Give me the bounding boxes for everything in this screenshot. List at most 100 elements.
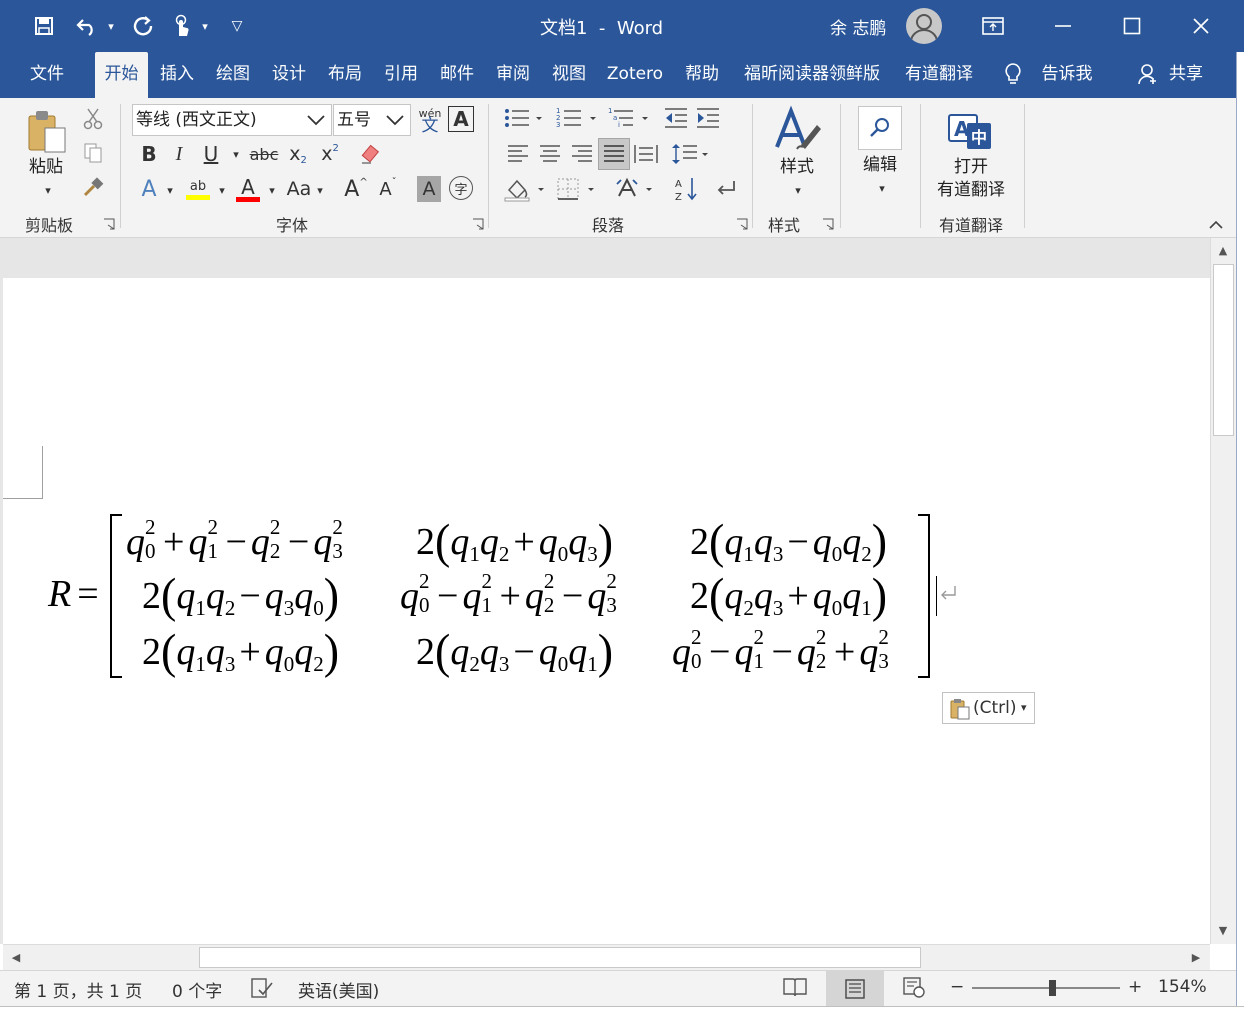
- clipboard-launcher-icon[interactable]: [103, 218, 115, 230]
- collapse-ribbon-icon[interactable]: [1206, 216, 1226, 234]
- character-border-icon[interactable]: A: [448, 106, 474, 132]
- enclose-characters-button[interactable]: 字: [449, 176, 473, 200]
- horizontal-scroll-thumb[interactable]: [199, 947, 921, 968]
- highlight-color-button[interactable]: ab: [184, 174, 212, 204]
- subscript-button[interactable]: x2: [284, 140, 312, 168]
- align-right-icon[interactable]: [568, 140, 596, 168]
- styles-label[interactable]: 样式: [770, 156, 824, 179]
- vertical-scrollbar[interactable]: ▲ ▼: [1210, 238, 1236, 944]
- paste-options-button[interactable]: (Ctrl) ▾: [942, 692, 1035, 724]
- borders-icon[interactable]: [554, 174, 600, 204]
- styles-dropdown-icon[interactable]: ▾: [788, 182, 808, 198]
- styles-icon[interactable]: [770, 104, 824, 156]
- bullets-icon[interactable]: [502, 104, 546, 132]
- cut-icon[interactable]: [80, 106, 106, 132]
- scroll-up-icon[interactable]: ▲: [1212, 240, 1234, 260]
- tell-me-search[interactable]: 告诉我: [1036, 52, 1098, 98]
- distributed-icon[interactable]: [632, 140, 660, 168]
- lightbulb-icon[interactable]: [1000, 52, 1026, 98]
- word-count[interactable]: 0 个字: [172, 977, 222, 1002]
- paragraph-launcher-icon[interactable]: [736, 218, 748, 230]
- tab-references[interactable]: 引用: [377, 52, 425, 98]
- change-case-dropdown-icon[interactable]: ▾: [312, 180, 328, 200]
- paste-label[interactable]: 粘贴: [22, 156, 70, 179]
- sort-icon[interactable]: AZ: [672, 174, 700, 204]
- character-shading-button[interactable]: A: [417, 176, 441, 202]
- customize-qat-icon[interactable]: ▽: [226, 10, 248, 42]
- youdao-open-label[interactable]: 打开 有道翻译: [926, 156, 1016, 202]
- print-layout-icon[interactable]: [826, 971, 884, 1006]
- underline-button[interactable]: U: [198, 140, 224, 168]
- avatar[interactable]: [906, 8, 942, 44]
- tab-zotero[interactable]: Zotero: [603, 52, 667, 98]
- tab-file[interactable]: 文件: [16, 52, 78, 98]
- scroll-right-icon[interactable]: ▶: [1185, 947, 1207, 967]
- font-size-combo[interactable]: 五号: [333, 104, 411, 136]
- touch-mode-icon[interactable]: [166, 10, 196, 42]
- zoom-out-button[interactable]: −: [950, 977, 964, 997]
- text-effects-button[interactable]: A: [136, 174, 162, 204]
- zoom-level[interactable]: 154%: [1158, 977, 1207, 997]
- align-left-icon[interactable]: [504, 140, 532, 168]
- font-color-dropdown-icon[interactable]: ▾: [264, 180, 280, 200]
- tab-home[interactable]: 开始: [95, 52, 148, 98]
- copy-icon[interactable]: [80, 140, 106, 166]
- zoom-in-button[interactable]: +: [1128, 977, 1142, 997]
- user-name[interactable]: 余 志鹏: [830, 14, 886, 39]
- font-color-button[interactable]: A: [234, 174, 262, 204]
- tab-review[interactable]: 审阅: [489, 52, 537, 98]
- multilevel-list-icon[interactable]: 1ai: [606, 104, 652, 132]
- phonetic-guide-icon[interactable]: wén 文: [417, 104, 443, 136]
- tab-draw[interactable]: 绘图: [209, 52, 257, 98]
- scroll-down-icon[interactable]: ▼: [1212, 920, 1234, 940]
- tab-layout[interactable]: 布局: [321, 52, 369, 98]
- shading-icon[interactable]: [502, 174, 548, 204]
- bold-button[interactable]: B: [136, 140, 162, 168]
- search-icon[interactable]: [858, 106, 902, 150]
- italic-button[interactable]: I: [166, 140, 192, 168]
- save-icon[interactable]: [28, 10, 60, 42]
- maximize-button[interactable]: [1112, 8, 1152, 44]
- format-painter-icon[interactable]: [80, 174, 106, 200]
- change-case-button[interactable]: Aa: [284, 174, 314, 204]
- superscript-button[interactable]: x2: [316, 140, 344, 168]
- tab-design[interactable]: 设计: [265, 52, 313, 98]
- tab-mailings[interactable]: 邮件: [433, 52, 481, 98]
- chinese-layout-icon[interactable]: [614, 174, 658, 204]
- align-center-icon[interactable]: [536, 140, 564, 168]
- paste-dropdown-icon[interactable]: ▾: [38, 182, 58, 198]
- horizontal-scrollbar[interactable]: ◀ ▶: [3, 944, 1210, 970]
- increase-indent-icon[interactable]: [694, 104, 722, 132]
- zoom-slider[interactable]: [972, 980, 1120, 996]
- share-person-icon[interactable]: [1136, 52, 1160, 98]
- line-spacing-icon[interactable]: [670, 140, 712, 168]
- strikethrough-button[interactable]: abc: [248, 140, 280, 168]
- tab-insert[interactable]: 插入: [153, 52, 201, 98]
- styles-launcher-icon[interactable]: [822, 218, 834, 230]
- vertical-scroll-thumb[interactable]: [1213, 264, 1234, 436]
- decrease-indent-icon[interactable]: [662, 104, 690, 132]
- font-launcher-icon[interactable]: [472, 218, 484, 230]
- numbering-icon[interactable]: 123: [554, 104, 600, 132]
- underline-dropdown-icon[interactable]: ▾: [228, 144, 244, 164]
- read-mode-icon[interactable]: [782, 976, 808, 1003]
- justify-icon[interactable]: [598, 138, 630, 170]
- minimize-button[interactable]: [1043, 8, 1083, 44]
- redo-icon[interactable]: [128, 10, 158, 42]
- editing-label[interactable]: 编辑: [852, 154, 908, 177]
- text-effects-dropdown-icon[interactable]: ▾: [162, 180, 178, 200]
- paste-icon[interactable]: [24, 108, 70, 158]
- grow-font-button[interactable]: A ^: [342, 174, 370, 204]
- ribbon-display-options-icon[interactable]: [973, 8, 1013, 44]
- youdao-translate-icon[interactable]: A中: [944, 106, 996, 156]
- undo-dropdown-icon[interactable]: ▾: [102, 10, 120, 42]
- chevron-down-icon[interactable]: [384, 105, 406, 135]
- highlight-dropdown-icon[interactable]: ▾: [214, 180, 230, 200]
- page-count[interactable]: 第 1 页，共 1 页: [14, 977, 142, 1002]
- language[interactable]: 英语(美国): [298, 977, 379, 1002]
- zoom-slider-thumb[interactable]: [1049, 980, 1056, 996]
- shrink-font-button[interactable]: Aˇ: [374, 174, 402, 204]
- tab-view[interactable]: 视图: [545, 52, 593, 98]
- close-button[interactable]: [1181, 8, 1221, 44]
- tab-help[interactable]: 帮助: [678, 52, 726, 98]
